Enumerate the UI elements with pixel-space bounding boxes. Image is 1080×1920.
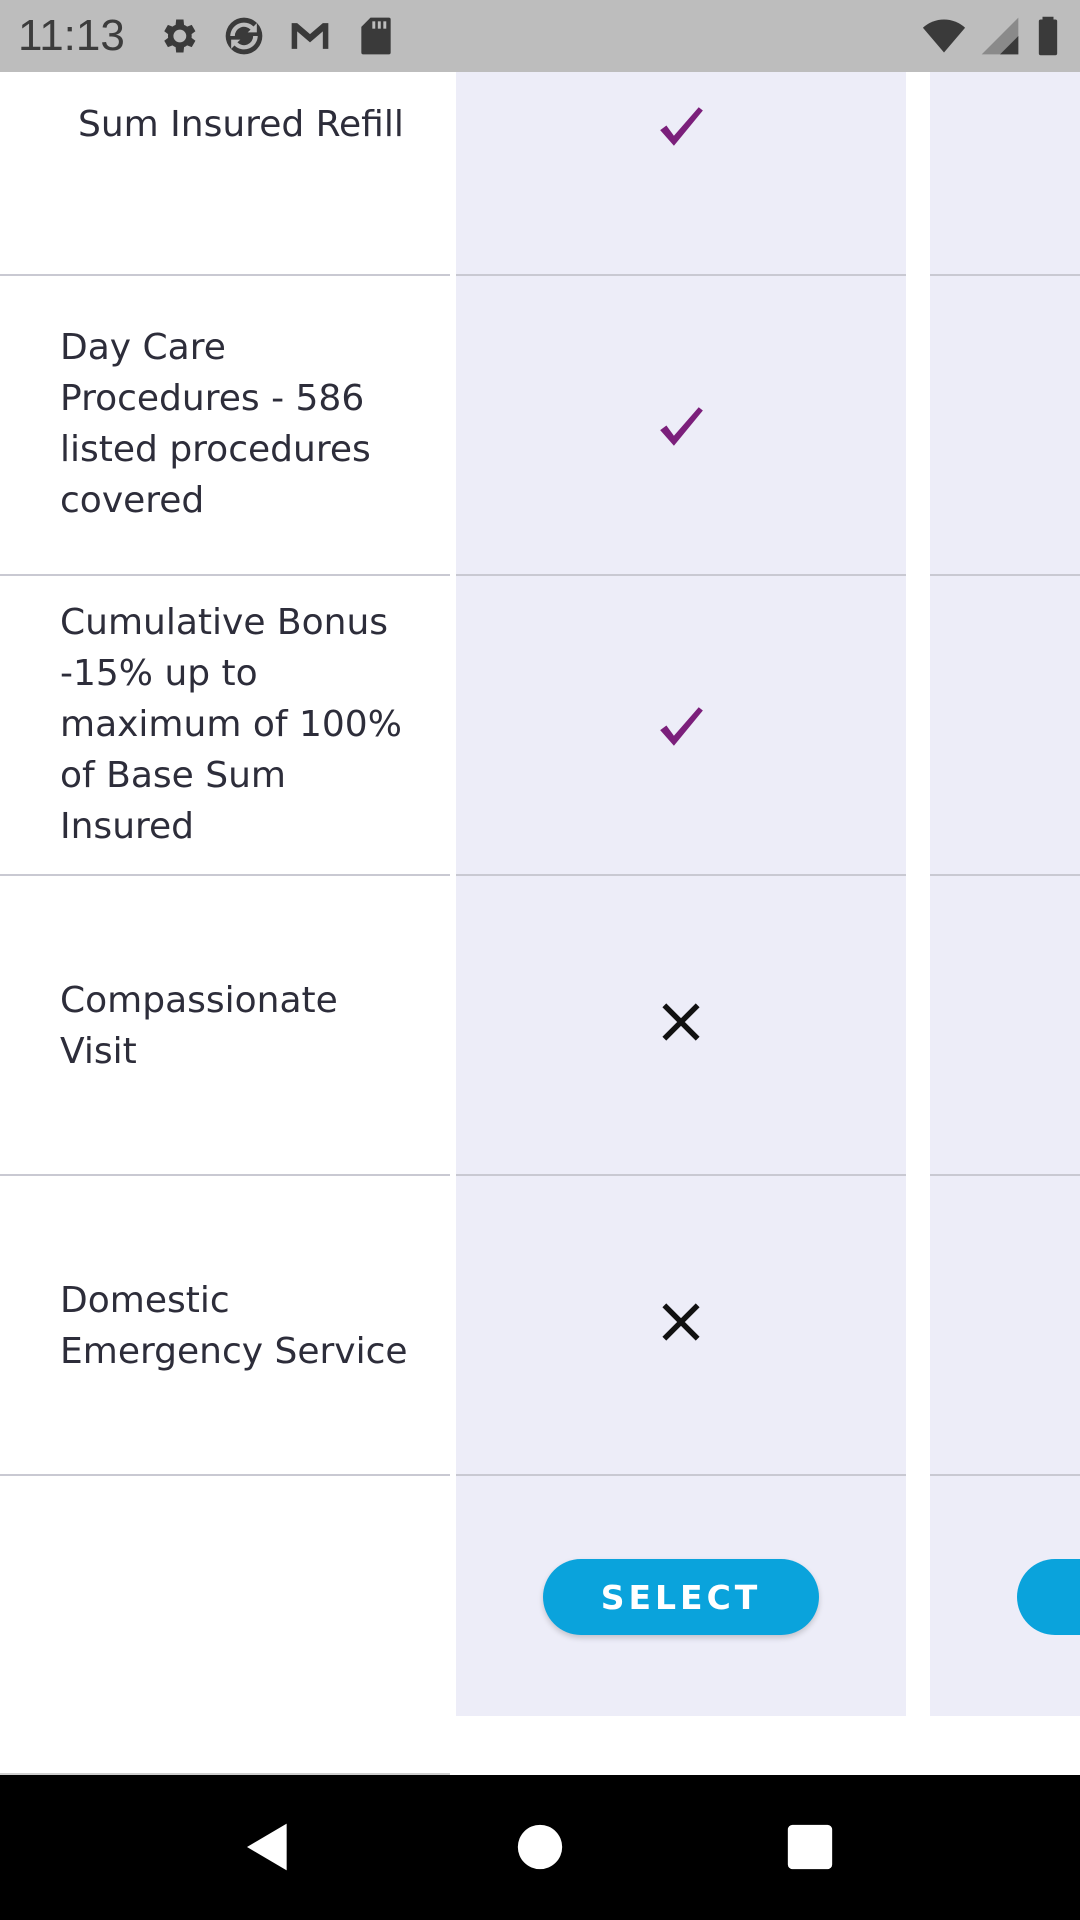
status-bar: 11:13: [0, 0, 1080, 72]
row-divider: [0, 274, 450, 276]
home-icon[interactable]: [512, 1819, 568, 1875]
gear-icon: [156, 14, 200, 58]
row-divider: [0, 874, 450, 876]
row-divider: [930, 874, 1080, 876]
plan-column-a: [456, 72, 906, 1716]
recents-icon[interactable]: [782, 1819, 838, 1875]
cross-icon: [656, 997, 706, 1047]
row-divider: [456, 274, 906, 276]
feature-label-sum-insured-refill: Sum Insured Refill: [78, 104, 404, 145]
feature-label-cumulative-bonus: Cumulative Bonus -15% up to maximum of 1…: [60, 602, 402, 847]
row-divider: [456, 1474, 906, 1476]
check-icon: [656, 702, 706, 752]
plan-comparison-table: Sum Insured Refill Day Care Procedures -…: [0, 72, 1080, 1775]
feature-label-day-care-procedures: Day Care Procedures - 586 listed procedu…: [60, 327, 371, 521]
select-plan-button[interactable]: SELECT: [543, 1559, 819, 1635]
check-icon: [656, 102, 706, 152]
row-divider: [930, 1174, 1080, 1176]
feature-label-domestic-emergency-service: Domestic Emergency Service: [60, 1280, 408, 1372]
row-divider: [456, 574, 906, 576]
row-divider: [930, 574, 1080, 576]
status-time: 11:13: [18, 11, 125, 60]
wifi-icon: [922, 14, 966, 58]
row-divider: [930, 1474, 1080, 1476]
sync-icon: [222, 14, 266, 58]
signal-icon: [978, 14, 1022, 58]
row-divider: [0, 574, 450, 576]
row-divider: [0, 1174, 450, 1176]
sd-card-icon: [354, 14, 398, 58]
row-divider: [456, 874, 906, 876]
row-divider: [456, 1174, 906, 1176]
navigation-bar: [0, 1775, 1080, 1920]
feature-label-compassionate-visit: Compassionate Visit: [60, 980, 338, 1072]
check-icon: [656, 402, 706, 452]
row-divider: [0, 1474, 450, 1476]
back-icon[interactable]: [240, 1819, 296, 1875]
plan-column-b: [930, 72, 1080, 1716]
gmail-icon: [288, 14, 332, 58]
cross-icon: [656, 1297, 706, 1347]
battery-icon: [1026, 14, 1070, 58]
row-divider: [930, 274, 1080, 276]
